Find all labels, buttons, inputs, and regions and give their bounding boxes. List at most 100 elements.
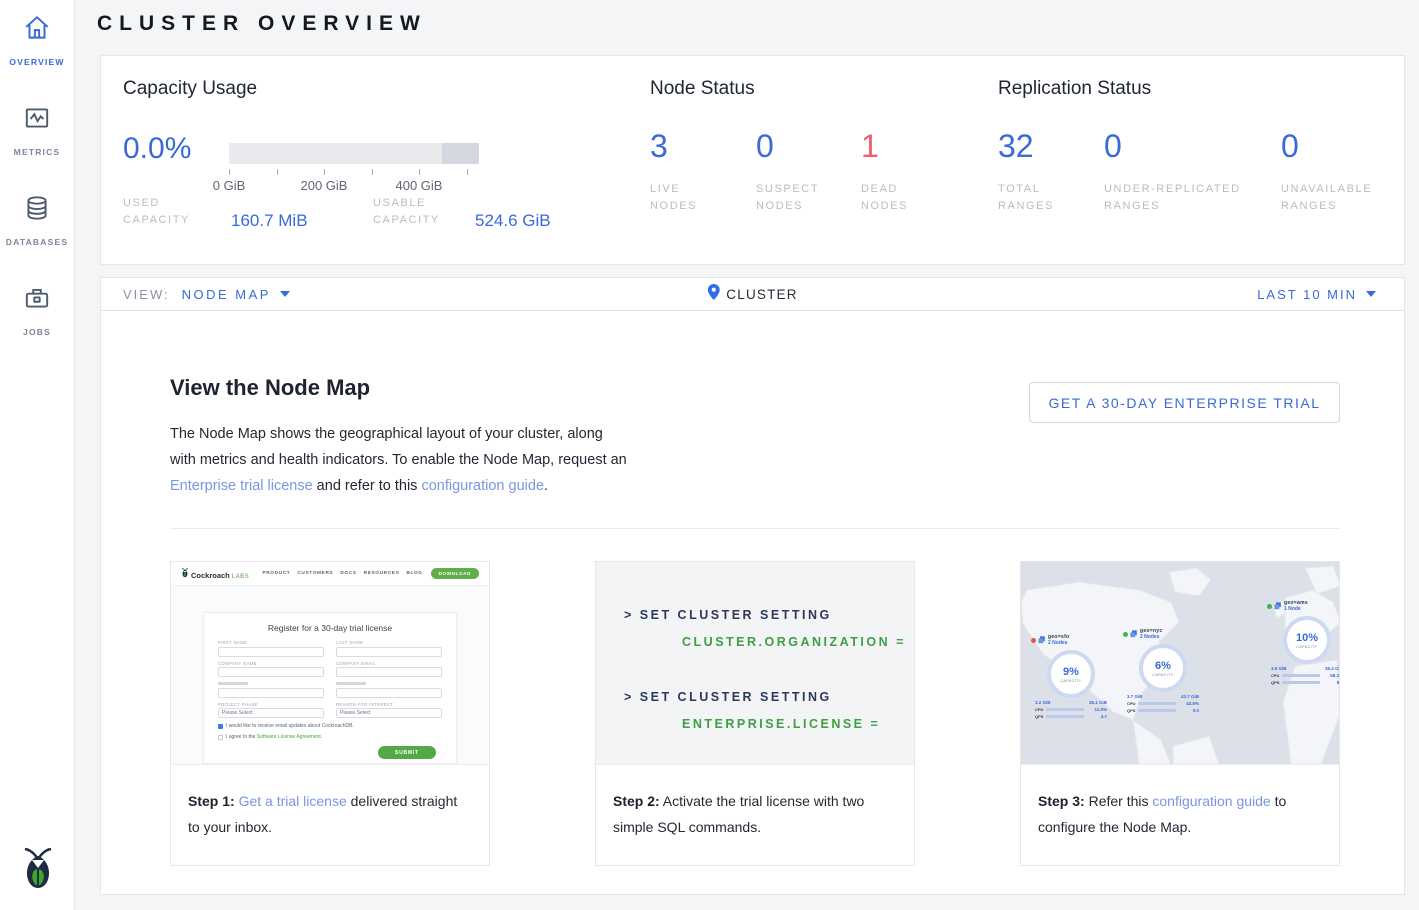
get-enterprise-trial-button[interactable]: GET A 30-DAY ENTERPRISE TRIAL: [1029, 382, 1340, 423]
status-dot-red: [1031, 638, 1036, 643]
map-locality-widget: geo=sfo2 Nodes 9%CAPACITY 3.2 GiB35.1 Gi…: [1031, 634, 1111, 719]
enterprise-trial-license-link[interactable]: Enterprise trial license: [170, 478, 313, 494]
node-map-placeholder-panel: View the Node Map The Node Map shows the…: [100, 311, 1405, 895]
capacity-usage-title: Capacity Usage: [123, 78, 257, 100]
unavailable-ranges-value: 0: [1281, 128, 1396, 165]
home-icon: [22, 13, 52, 48]
sql-prompt: > SET CLUSTER SETTING: [624, 608, 914, 622]
time-range-dropdown[interactable]: LAST 10 MIN: [1257, 287, 1376, 302]
view-selector-dropdown[interactable]: NODE MAP: [182, 287, 290, 302]
replication-status-title: Replication Status: [998, 78, 1151, 100]
unavailable-ranges-label: UNAVAILABLE RANGES: [1281, 181, 1396, 215]
trial-register-form: Register for a 30-day trial license FIRS…: [203, 612, 457, 764]
mini-input: [218, 667, 324, 677]
live-nodes-stat: 3 LIVE NODES: [650, 128, 730, 215]
mini-input: [218, 688, 324, 698]
sql-setting: ENTERPRISE.LICENSE =: [682, 717, 914, 731]
under-replicated-value: 0: [1104, 128, 1264, 165]
section-description: The Node Map shows the geographical layo…: [170, 421, 632, 499]
suspect-nodes-stat: 0 SUSPECT NODES: [756, 128, 836, 215]
section-title: View the Node Map: [170, 375, 370, 401]
sidebar-item-jobs[interactable]: JOBS: [0, 283, 74, 360]
breadcrumb-cluster: CLUSTER: [726, 287, 797, 302]
step3-caption: Step 3: Refer this configuration guide t…: [1021, 764, 1339, 865]
usable-capacity-label: USABLE CAPACITY: [373, 195, 468, 229]
database-icon: [22, 193, 52, 228]
dead-nodes-label: DEAD NODES: [861, 181, 941, 215]
step2-caption: Step 2: Activate the trial license with …: [596, 764, 914, 865]
mini-form-title: Register for a 30-day trial license: [218, 623, 442, 633]
mini-input: [218, 647, 324, 657]
status-dot-green: [1123, 632, 1128, 637]
cluster-summary-panel: Capacity Usage 0.0% 0 GiB 200 GiB 400 Gi…: [100, 55, 1405, 265]
step3-card: geo=sfo2 Nodes 9%CAPACITY 3.2 GiB35.1 Gi…: [1020, 561, 1340, 866]
chevron-down-icon: [1366, 291, 1376, 297]
sidebar-item-metrics[interactable]: METRICS: [0, 103, 74, 180]
suspect-nodes-value: 0: [756, 128, 836, 165]
mini-input: [336, 667, 442, 677]
mini-submit-button: SUBMIT: [378, 746, 436, 759]
capacity-used-percent: 0.0%: [123, 132, 191, 166]
suspect-nodes-label: SUSPECT NODES: [756, 181, 836, 215]
sql-code-block: > SET CLUSTER SETTING CLUSTER.ORGANIZATI…: [596, 562, 914, 764]
nodes-stack-icon: [1038, 636, 1046, 644]
live-nodes-label: LIVE NODES: [650, 181, 730, 215]
map-locality-widget: geo=nyc2 Nodes 6%CAPACITY 3.7 GiB43.7 Gi…: [1123, 628, 1203, 713]
step1-card: CockroachLABS PRODUCTCUSTOMERSDOCSRESOUR…: [170, 561, 490, 866]
capacity-gauge-bar: [229, 143, 479, 164]
live-nodes-value: 3: [650, 128, 730, 165]
mini-site-nav: PRODUCTCUSTOMERSDOCSRESOURCESBLOG: [262, 571, 422, 576]
sidebar-item-overview[interactable]: OVERVIEW: [0, 13, 74, 90]
total-ranges-stat: 32 TOTAL RANGES: [998, 128, 1088, 215]
chevron-down-icon: [280, 291, 290, 297]
node-status-title: Node Status: [650, 78, 755, 100]
briefcase-icon: [22, 283, 52, 318]
total-ranges-label: TOTAL RANGES: [998, 181, 1088, 215]
mini-select: Please Select: [336, 708, 442, 718]
get-trial-license-link[interactable]: Get a trial license: [239, 793, 347, 809]
map-pin-icon: [707, 284, 719, 305]
view-label: VIEW:: [123, 287, 170, 302]
sidebar-item-label: DATABASES: [6, 237, 68, 247]
status-dot-green: [1267, 604, 1272, 609]
unavailable-ranges-stat: 0 UNAVAILABLE RANGES: [1281, 128, 1396, 215]
mini-input: [336, 647, 442, 657]
sql-prompt: > SET CLUSTER SETTING: [624, 690, 914, 704]
configuration-guide-link[interactable]: configuration guide: [1152, 793, 1270, 809]
used-capacity-value: 160.7 MiB: [231, 211, 308, 231]
metrics-chart-icon: [22, 103, 52, 138]
mini-select: Please Select: [218, 708, 324, 718]
node-map-preview: geo=sfo2 Nodes 9%CAPACITY 3.2 GiB35.1 Gi…: [1021, 562, 1339, 764]
mini-checkbox-unchecked: [218, 735, 223, 740]
dead-nodes-stat: 1 DEAD NODES: [861, 128, 941, 215]
step2-card: > SET CLUSTER SETTING CLUSTER.ORGANIZATI…: [595, 561, 915, 866]
sidebar-item-databases[interactable]: DATABASES: [0, 193, 74, 270]
sidebar: OVERVIEW METRICS DATABASES JOBS: [0, 0, 75, 910]
sidebar-item-label: OVERVIEW: [9, 57, 64, 67]
sidebar-item-label: METRICS: [14, 147, 61, 157]
nodes-stack-icon: [1130, 630, 1138, 638]
total-ranges-value: 32: [998, 128, 1088, 165]
under-replicated-stat: 0 UNDER-REPLICATED RANGES: [1104, 128, 1264, 215]
mini-input: [336, 688, 442, 698]
axis-tick-label: 200 GiB: [301, 178, 348, 193]
usable-capacity-value: 524.6 GiB: [475, 211, 551, 231]
cockroachdb-logo-icon: [0, 844, 75, 890]
mini-download-button: DOWNLOAD: [431, 568, 479, 579]
nodes-stack-icon: [1274, 602, 1282, 610]
used-capacity-label: USED CAPACITY: [123, 195, 218, 229]
axis-tick-label: 400 GiB: [396, 178, 443, 193]
step1-caption: Step 1: Get a trial license delivered st…: [171, 764, 489, 865]
view-toolbar: VIEW: NODE MAP CLUSTER LAST 10 MIN: [100, 277, 1405, 311]
sidebar-item-label: JOBS: [23, 327, 51, 337]
mini-checkbox-checked: [218, 724, 223, 729]
configuration-guide-link[interactable]: configuration guide: [421, 478, 544, 494]
map-locality-widget: geo=ams1 Node 10%CAPACITY 3.6 GiB36.4 Gi…: [1267, 600, 1339, 685]
axis-tick-label: 0 GiB: [213, 178, 246, 193]
trial-site-thumbnail: CockroachLABS PRODUCTCUSTOMERSDOCSRESOUR…: [171, 562, 489, 764]
divider: [170, 528, 1340, 529]
dead-nodes-value: 1: [861, 128, 941, 165]
page-title: CLUSTER OVERVIEW: [97, 12, 427, 36]
cockroach-labs-logo: CockroachLABS: [181, 567, 249, 580]
sql-setting: CLUSTER.ORGANIZATION =: [682, 635, 914, 649]
